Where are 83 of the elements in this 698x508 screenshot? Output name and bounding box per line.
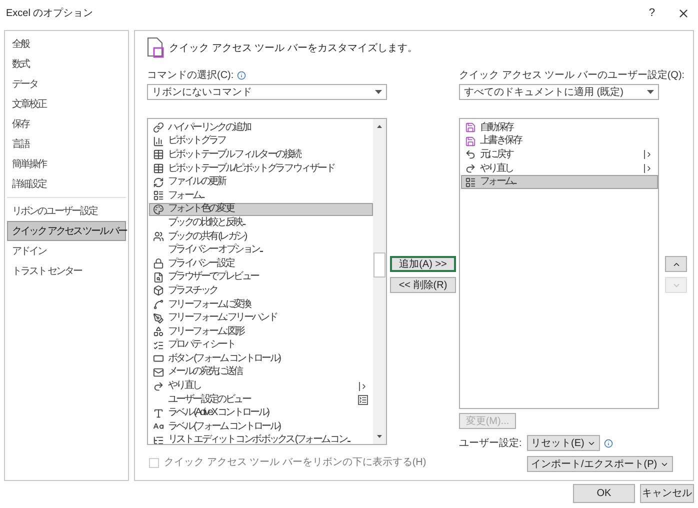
field-label: クイック アクセス ツール バーのユーザー設定(Q): xyxy=(459,68,685,82)
list-item[interactable]: ハイパーリンクの追加 xyxy=(149,121,373,135)
list-item[interactable]: フリーフォーム: 図形 xyxy=(149,324,373,338)
list-item[interactable]: フォーム... xyxy=(461,175,658,189)
list-item[interactable]: ブックの共有 (レガシ) xyxy=(149,230,373,244)
item-label: やり直し xyxy=(168,380,202,392)
window-title: Excel のオプション xyxy=(6,6,94,20)
item-label: フリーフォーム: フリーハンド xyxy=(168,312,278,324)
sidebar-item[interactable]: 言語 xyxy=(7,134,126,154)
item-label: ユーザー設定のビュー xyxy=(168,394,252,406)
item-label: 自動保存 xyxy=(480,122,514,134)
item-label: ブックの共有 (レガシ) xyxy=(168,230,248,243)
item-label: ピボットグラフ xyxy=(168,135,227,148)
item-label: ファイルの更新 xyxy=(168,176,227,188)
list-item[interactable]: ピボットテーブル/ピボットグラフ ウィザード xyxy=(149,162,373,176)
list-item[interactable]: フォーム... xyxy=(149,188,373,203)
item-label: 元に戻す xyxy=(480,148,514,161)
sidebar-item[interactable]: 文章校正 xyxy=(7,94,126,114)
sidebar-item[interactable]: データ xyxy=(7,74,126,94)
list-item[interactable]: ユーザー設定のビュー xyxy=(149,392,373,406)
list-item[interactable]: ラベル (ActiveX コントロール) xyxy=(149,406,373,420)
list-item[interactable]: ピボットテーブル フィルターの接続 xyxy=(149,148,373,162)
item-label: ブックの比較と反映... xyxy=(168,216,246,229)
list-item[interactable]: やり直し xyxy=(461,162,658,176)
item-label: ラベル (ActiveX コントロール) xyxy=(168,407,270,420)
list-item[interactable]: メールの宛先に送信 xyxy=(149,366,373,380)
item-label: フォント色の変更 xyxy=(168,203,236,216)
list-item[interactable]: ファイルの更新 xyxy=(149,175,373,189)
import-export-button[interactable]: インポート/エクスポート(P) xyxy=(527,456,674,472)
item-label: ピボットテーブル フィルターの接続 xyxy=(168,148,302,161)
list-item[interactable]: ブラウザーでプレビュー xyxy=(149,270,373,284)
sidebar-item[interactable]: 数式 xyxy=(7,54,126,74)
item-label: やり直し xyxy=(480,162,514,175)
item-label: フォーム... xyxy=(480,176,518,188)
item-label: ブラウザーでプレビュー xyxy=(168,271,260,284)
remove-button[interactable]: << 削除(R) xyxy=(390,277,456,293)
list-item[interactable]: フリーフォームに変換 xyxy=(149,298,373,312)
dropdown[interactable]: リボンにないコマンド xyxy=(147,84,387,100)
item-label: フリーフォームに変換 xyxy=(168,298,252,311)
item-label: ラベル (フォーム コントロール) xyxy=(168,420,282,433)
list-item[interactable]: ピボットグラフ xyxy=(149,134,373,148)
item-label: フリーフォーム: 図形 xyxy=(168,326,246,338)
list-item[interactable]: 自動保存 xyxy=(461,121,658,135)
cancel-button[interactable]: キャンセル xyxy=(640,484,694,503)
section-heading: クイック アクセス ツール バーをカスタマイズします。 xyxy=(169,42,418,56)
list-item[interactable]: ブックの比較と反映... xyxy=(149,216,373,230)
add-button[interactable]: 追加(A) >> xyxy=(390,256,456,272)
sidebar-item[interactable]: トラスト センター xyxy=(7,261,126,281)
list-item[interactable]: やり直し xyxy=(149,379,373,393)
item-label: フォーム... xyxy=(168,190,206,202)
sidebar-item[interactable]: アドイン xyxy=(7,241,126,261)
sidebar-item[interactable]: クイック アクセス ツール バー xyxy=(7,221,126,241)
list-item[interactable]: フォント色の変更 xyxy=(149,202,373,216)
item-label: プライバシー オプション... xyxy=(168,244,264,256)
list-item[interactable]: 上書き保存 xyxy=(461,134,658,148)
reset-button[interactable]: リセット(E) xyxy=(527,435,600,451)
help-button[interactable]: ? xyxy=(648,4,655,22)
sidebar-item[interactable]: 保存 xyxy=(7,114,126,134)
list-item[interactable]: ボタン (フォーム コントロール) xyxy=(149,352,373,366)
item-label: ハイパーリンクの追加 xyxy=(168,122,252,134)
list-item[interactable]: プラスチック xyxy=(149,284,373,298)
checkbox-label: クイック アクセス ツール バーをリボンの下に表示する(H) xyxy=(164,456,426,470)
item-label: プライバシー設定 xyxy=(168,258,236,270)
item-label: ピボットテーブル/ピボットグラフ ウィザード xyxy=(168,162,336,175)
list-item[interactable]: フリーフォーム: フリーハンド xyxy=(149,311,373,325)
sidebar-item[interactable]: 詳細設定 xyxy=(7,174,126,194)
field-label: コマンドの選択(C): xyxy=(147,68,234,82)
list-item[interactable]: ラベル (フォーム コントロール) xyxy=(149,420,373,434)
list-item[interactable]: プライバシー オプション... xyxy=(149,243,373,257)
list-item[interactable]: プライバシー設定 xyxy=(149,256,373,271)
sidebar-item[interactable]: 全般 xyxy=(7,34,126,54)
list-item[interactable]: プロパティ シート xyxy=(149,338,373,352)
item-label: プロパティ シート xyxy=(168,339,236,352)
list-item[interactable]: 元に戻す xyxy=(461,148,658,162)
field-label: ユーザー設定: xyxy=(459,436,523,450)
item-label: メールの宛先に送信 xyxy=(168,366,244,378)
item-label: ボタン (フォーム コントロール) xyxy=(168,352,282,365)
dropdown[interactable]: すべてのドキュメントに適用 (既定) xyxy=(459,84,659,100)
sidebar-item[interactable]: 簡単操作 xyxy=(7,154,126,174)
sidebar-item[interactable]: リボンのユーザー設定 xyxy=(7,201,126,221)
item-label: 上書き保存 xyxy=(480,135,523,148)
ok-button[interactable]: OK xyxy=(573,484,635,503)
item-label: プラスチック xyxy=(168,284,218,297)
